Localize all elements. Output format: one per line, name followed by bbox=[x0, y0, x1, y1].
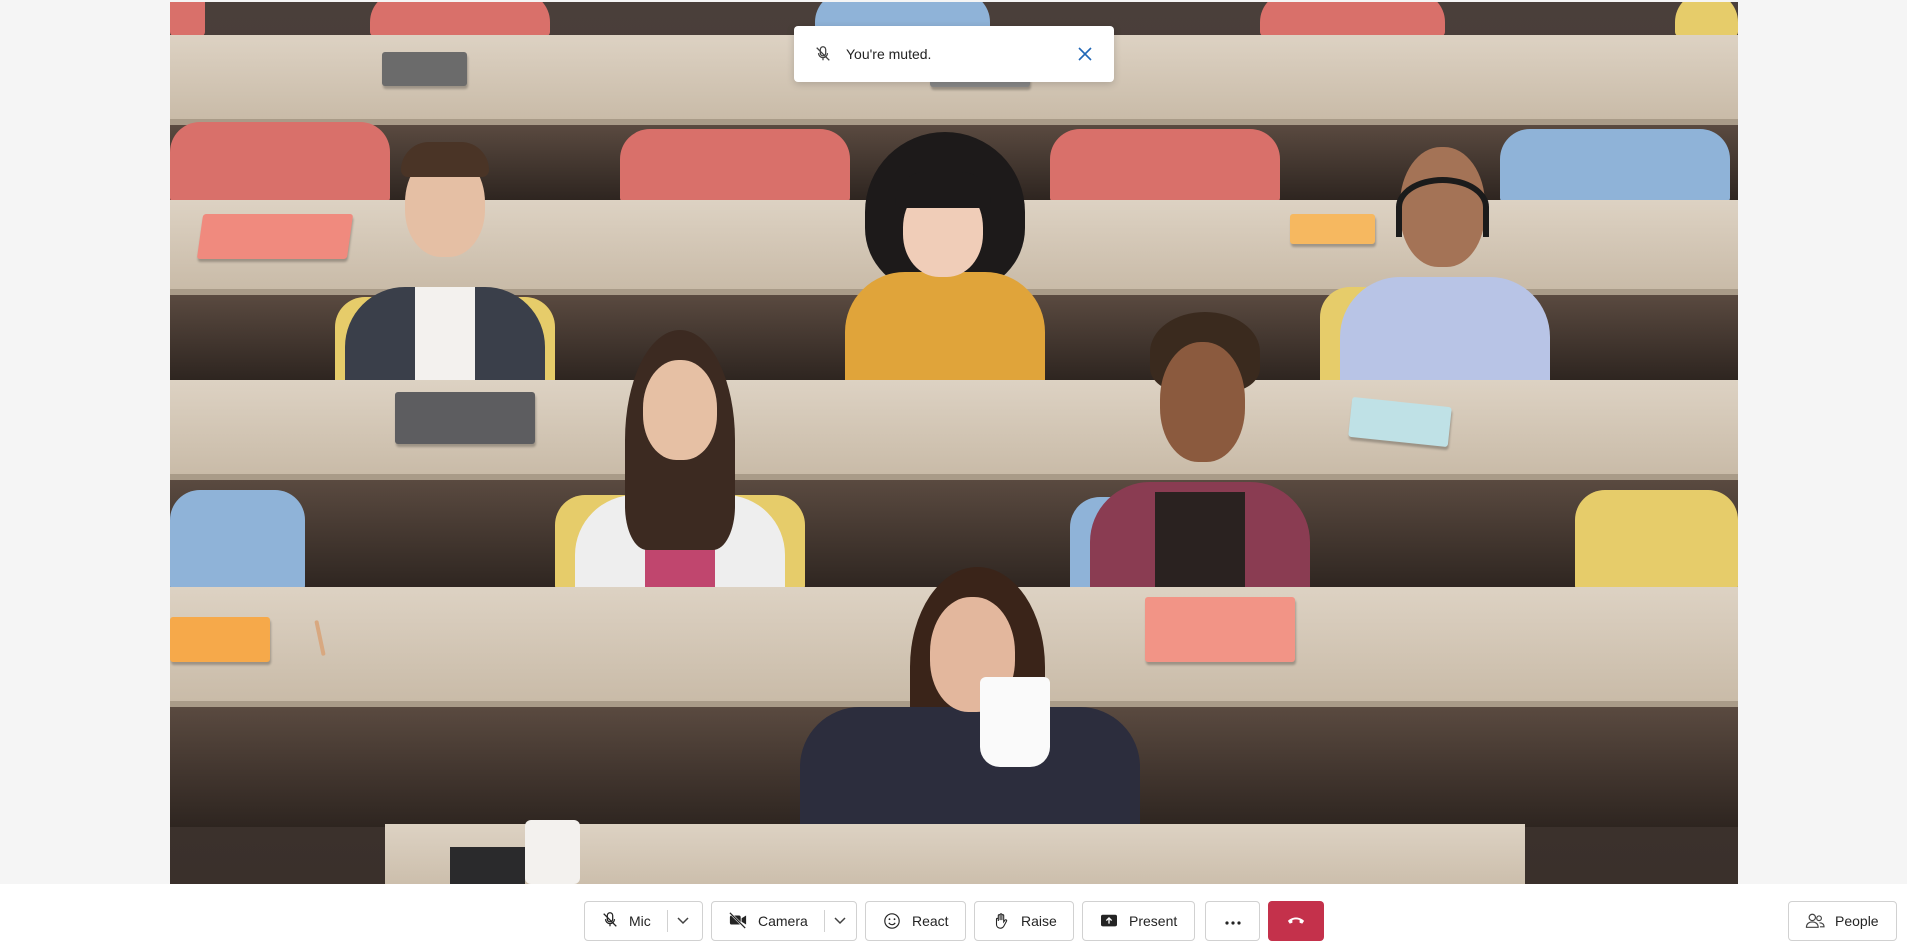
chevron-down-icon bbox=[834, 912, 846, 930]
chair bbox=[370, 2, 550, 36]
participant-video[interactable] bbox=[800, 567, 1140, 827]
people-icon bbox=[1805, 911, 1825, 931]
more-icon bbox=[1224, 912, 1241, 930]
chevron-down-icon bbox=[677, 912, 689, 930]
react-button[interactable]: React bbox=[865, 901, 966, 941]
notebook bbox=[382, 52, 467, 86]
meeting-window: You're muted. Mic Camera React Raise Pre… bbox=[0, 0, 1907, 952]
chair bbox=[1050, 129, 1280, 202]
mic-button[interactable]: Mic bbox=[585, 902, 667, 940]
muted-toast: You're muted. bbox=[794, 26, 1114, 82]
notebook bbox=[1145, 597, 1295, 662]
close-icon[interactable] bbox=[1074, 43, 1096, 65]
leave-button[interactable] bbox=[1268, 901, 1324, 941]
chair bbox=[1575, 490, 1738, 590]
camera-button[interactable]: Camera bbox=[712, 902, 824, 940]
toast-message: You're muted. bbox=[846, 46, 932, 62]
camera-off-icon bbox=[728, 911, 748, 932]
camera-options-button[interactable] bbox=[825, 902, 855, 940]
pen-holder bbox=[450, 847, 525, 884]
mic-off-icon bbox=[812, 43, 834, 65]
people-label: People bbox=[1835, 913, 1879, 929]
chair bbox=[170, 2, 205, 36]
together-mode-stage bbox=[170, 2, 1738, 884]
mic-off-icon bbox=[601, 911, 619, 932]
camera-label: Camera bbox=[758, 913, 808, 929]
participant-video[interactable] bbox=[1070, 312, 1330, 592]
mic-options-button[interactable] bbox=[668, 902, 698, 940]
mic-control: Mic bbox=[584, 901, 703, 941]
chair bbox=[620, 129, 850, 202]
present-button[interactable]: Present bbox=[1082, 901, 1195, 941]
present-label: Present bbox=[1129, 913, 1178, 929]
participant-video[interactable] bbox=[555, 330, 805, 590]
share-screen-icon bbox=[1099, 911, 1119, 931]
chair bbox=[1675, 2, 1738, 36]
notebook bbox=[395, 392, 535, 444]
meeting-toolbar: Mic Camera React Raise Present People bbox=[0, 884, 1907, 952]
participant-video[interactable] bbox=[335, 137, 555, 387]
chair bbox=[1260, 2, 1445, 36]
hand-icon bbox=[991, 911, 1011, 931]
mic-label: Mic bbox=[629, 913, 651, 929]
participant-video[interactable] bbox=[825, 132, 1065, 382]
raise-label: Raise bbox=[1021, 913, 1057, 929]
notebook bbox=[196, 214, 354, 259]
notebook bbox=[170, 617, 270, 662]
chair bbox=[170, 490, 305, 590]
participant-video[interactable] bbox=[1320, 147, 1560, 387]
more-options-button[interactable] bbox=[1205, 901, 1260, 941]
react-label: React bbox=[912, 913, 949, 929]
people-button[interactable]: People bbox=[1788, 901, 1897, 941]
mug bbox=[525, 820, 580, 884]
hang-up-icon bbox=[1287, 912, 1305, 930]
camera-control: Camera bbox=[711, 901, 857, 941]
raise-hand-button[interactable]: Raise bbox=[974, 901, 1074, 941]
emoji-icon bbox=[882, 911, 902, 931]
